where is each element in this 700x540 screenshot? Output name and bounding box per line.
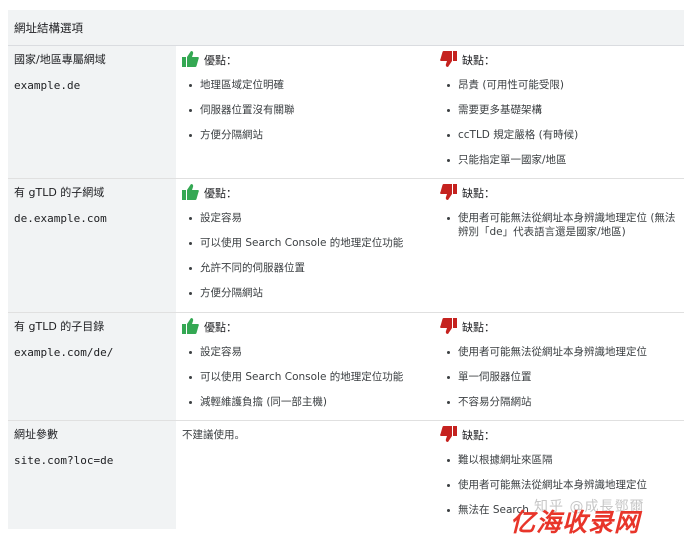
cons-label: 缺點：: [462, 321, 495, 334]
option-name: 國家/地區專屬網域: [14, 53, 106, 66]
list-item: 允許不同的伺服器位置: [189, 261, 434, 275]
list-item: 方便分隔網站: [189, 286, 434, 300]
table-header-title: 網址結構選項: [14, 20, 83, 35]
option-name: 網址參數: [14, 428, 58, 441]
thumbs-up-icon: [182, 317, 204, 337]
pros-label: 優點：: [204, 187, 237, 200]
cons-heading: 缺點：: [440, 317, 684, 337]
list-item: 可以使用 Search Console 的地理定位功能: [189, 370, 434, 384]
option-cell: 國家/地區專屬網域 example.de: [8, 46, 176, 178]
cons-label: 缺點：: [462, 187, 495, 200]
list-item: 單一伺服器位置: [447, 370, 684, 384]
thumbs-down-icon: [440, 425, 462, 445]
list-item: 使用者可能無法從網址本身辨識地理定位 (無法辨別「de」代表語言還是國家/地區): [447, 211, 684, 239]
cons-label: 缺點：: [462, 54, 495, 67]
thumbs-up-icon: [182, 50, 204, 70]
option-cell: 網址參數 site.com?loc=de: [8, 421, 176, 529]
list-item: 方便分隔網站: [189, 128, 434, 142]
pros-list: 設定容易 可以使用 Search Console 的地理定位功能 允許不同的伺服…: [182, 211, 434, 300]
pros-heading: 優點：: [182, 50, 434, 70]
cons-label: 缺點：: [462, 429, 495, 442]
cons-list: 使用者可能無法從網址本身辨識地理定位 (無法辨別「de」代表語言還是國家/地區): [440, 211, 684, 239]
pros-cell: 優點： 設定容易 可以使用 Search Console 的地理定位功能 允許不…: [176, 179, 434, 312]
list-item: 使用者可能無法從網址本身辨識地理定位: [447, 478, 684, 492]
option-name: 有 gTLD 的子網域: [14, 186, 105, 199]
cons-heading: 缺點：: [440, 425, 684, 445]
option-example: de.example.com: [14, 212, 107, 225]
pros-cell: 不建議使用。: [176, 421, 434, 529]
cons-list: 使用者可能無法從網址本身辨識地理定位 單一伺服器位置 不容易分隔網站: [440, 345, 684, 409]
table-row: 有 gTLD 的子目錄 example.com/de/ 優點： 設定容易 可以使…: [8, 313, 684, 421]
list-item: 地理區域定位明確: [189, 78, 434, 92]
cons-cell: 缺點： 使用者可能無法從網址本身辨識地理定位 (無法辨別「de」代表語言還是國家…: [434, 179, 684, 312]
cons-list: 昂貴 (可用性可能受限) 需要更多基礎架構 ccTLD 規定嚴格 (有時候) 只…: [440, 78, 684, 167]
url-structure-table: 網址結構選項 國家/地區專屬網域 example.de 優點： 地理區域定位明確…: [8, 10, 684, 529]
thumbs-up-icon: [182, 183, 204, 203]
watermark-logo: 亿海收录网: [510, 508, 641, 537]
list-item: 需要更多基礎架構: [447, 103, 684, 117]
list-item: 難以根據網址來區隔: [447, 453, 684, 467]
option-name: 有 gTLD 的子目錄: [14, 320, 105, 333]
option-example: example.de: [14, 79, 81, 92]
cons-heading: 缺點：: [440, 50, 684, 70]
thumbs-down-icon: [440, 183, 462, 203]
list-item: 不容易分隔網站: [447, 395, 684, 409]
thumbs-down-icon: [440, 317, 462, 337]
pros-cell: 優點： 設定容易 可以使用 Search Console 的地理定位功能 減輕維…: [176, 313, 434, 420]
table-row: 有 gTLD 的子網域 de.example.com 優點： 設定容易 可以使用…: [8, 179, 684, 313]
pros-cell: 優點： 地理區域定位明確 伺服器位置沒有關聯 方便分隔網站: [176, 46, 434, 178]
option-cell: 有 gTLD 的子網域 de.example.com: [8, 179, 176, 312]
cons-cell: 缺點： 昂貴 (可用性可能受限) 需要更多基礎架構 ccTLD 規定嚴格 (有時…: [434, 46, 684, 178]
list-item: 使用者可能無法從網址本身辨識地理定位: [447, 345, 684, 359]
cons-heading: 缺點：: [440, 183, 684, 203]
option-example: example.com/de/: [14, 346, 114, 359]
pros-list: 設定容易 可以使用 Search Console 的地理定位功能 減輕維護負擔 …: [182, 345, 434, 409]
pros-heading: 優點：: [182, 183, 434, 203]
list-item: 設定容易: [189, 211, 434, 225]
page: 網址結構選項 國家/地區專屬網域 example.de 優點： 地理區域定位明確…: [0, 0, 700, 540]
cons-cell: 缺點： 使用者可能無法從網址本身辨識地理定位 單一伺服器位置 不容易分隔網站: [434, 313, 684, 420]
option-cell: 有 gTLD 的子目錄 example.com/de/: [8, 313, 176, 420]
table-header: 網址結構選項: [8, 10, 684, 46]
pros-heading: 優點：: [182, 317, 434, 337]
pros-label: 優點：: [204, 54, 237, 67]
option-example: site.com?loc=de: [14, 454, 114, 467]
thumbs-down-icon: [440, 50, 462, 70]
table-row: 國家/地區專屬網域 example.de 優點： 地理區域定位明確 伺服器位置沒…: [8, 46, 684, 179]
pros-label: 優點：: [204, 321, 237, 334]
list-item: 設定容易: [189, 345, 434, 359]
list-item: ccTLD 規定嚴格 (有時候): [447, 128, 684, 142]
not-recommended-text: 不建議使用。: [182, 429, 245, 441]
list-item: 只能指定單一國家/地區: [447, 153, 684, 167]
pros-list: 地理區域定位明確 伺服器位置沒有關聯 方便分隔網站: [182, 78, 434, 142]
list-item: 可以使用 Search Console 的地理定位功能: [189, 236, 434, 250]
list-item: 伺服器位置沒有關聯: [189, 103, 434, 117]
list-item: 昂貴 (可用性可能受限): [447, 78, 684, 92]
list-item: 減輕維護負擔 (同一部主機): [189, 395, 434, 409]
